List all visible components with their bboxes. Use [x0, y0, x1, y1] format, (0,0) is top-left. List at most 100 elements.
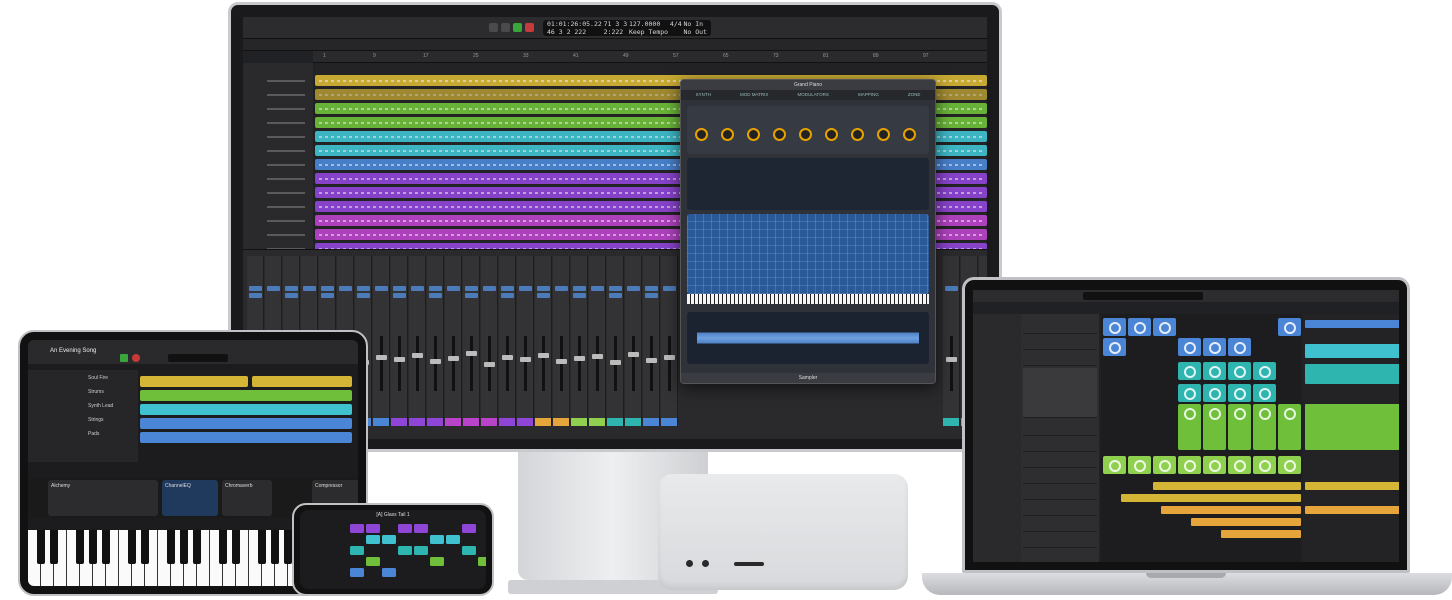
loop-cell[interactable]: [1278, 404, 1301, 450]
record-button[interactable]: [132, 354, 140, 362]
loop-cell[interactable]: [398, 546, 412, 555]
loop-bar[interactable]: [1191, 518, 1301, 526]
channel-strip[interactable]: [517, 256, 534, 426]
loop-cell[interactable]: [1178, 384, 1201, 402]
track-header[interactable]: [247, 87, 309, 100]
knob[interactable]: [695, 128, 708, 141]
loop-cell[interactable]: [366, 524, 380, 533]
live-loops-grid[interactable]: [1101, 314, 1301, 562]
track-header[interactable]: [247, 73, 309, 86]
loop-cell[interactable]: [1203, 404, 1226, 450]
plugin-alchemy[interactable]: Alchemy: [48, 480, 158, 516]
loop-bar[interactable]: [1161, 506, 1301, 514]
region[interactable]: [1305, 482, 1399, 490]
tab-modulators[interactable]: MODULATORS: [798, 90, 829, 100]
track-header[interactable]: [247, 129, 309, 142]
track-strums[interactable]: Strums: [32, 386, 132, 398]
loop-cell[interactable]: [1278, 456, 1301, 474]
tab-mapping[interactable]: MAPPING: [858, 90, 879, 100]
loop-cell[interactable]: [1203, 384, 1226, 402]
loop-cell[interactable]: [366, 535, 380, 544]
zone-waveform[interactable]: [687, 312, 929, 364]
track-header[interactable]: [247, 227, 309, 240]
loop-cell[interactable]: [1228, 456, 1251, 474]
knob[interactable]: [799, 128, 812, 141]
loop-cell[interactable]: [1178, 456, 1201, 474]
region[interactable]: [1305, 344, 1399, 358]
track-header[interactable]: [1023, 422, 1097, 436]
knob[interactable]: [773, 128, 786, 141]
region-yellow[interactable]: [140, 376, 248, 387]
loop-cell[interactable]: [1253, 456, 1276, 474]
track-header[interactable]: [247, 143, 309, 156]
channel-strip[interactable]: [553, 256, 570, 426]
loop-cell[interactable]: [430, 535, 444, 544]
channel-strip[interactable]: [589, 256, 606, 426]
channel-strip[interactable]: [427, 256, 444, 426]
forward-button[interactable]: [501, 23, 510, 32]
track-header[interactable]: [1023, 336, 1097, 350]
timeline-ruler[interactable]: 1 9 17 25 33 41 49 57 65 73 81 89 97: [313, 51, 987, 63]
play-button[interactable]: [513, 23, 522, 32]
knob[interactable]: [825, 128, 838, 141]
region-green[interactable]: [140, 390, 352, 401]
channel-strip[interactable]: [643, 256, 660, 426]
channel-strip[interactable]: [409, 256, 426, 426]
track-header[interactable]: [1023, 470, 1097, 484]
channel-strip[interactable]: [463, 256, 480, 426]
region-blue[interactable]: [140, 418, 352, 429]
loop-cell[interactable]: [1103, 456, 1126, 474]
region[interactable]: [1305, 364, 1399, 384]
loop-bar[interactable]: [1121, 494, 1301, 502]
region-cyan[interactable]: [140, 404, 352, 415]
track-header[interactable]: [247, 199, 309, 212]
play-button[interactable]: [120, 354, 128, 362]
track-header[interactable]: [247, 185, 309, 198]
loop-cell[interactable]: [1253, 384, 1276, 402]
knob[interactable]: [721, 128, 734, 141]
loop-bar[interactable]: [1153, 482, 1301, 490]
region-blue[interactable]: [140, 432, 352, 443]
loop-cell[interactable]: [350, 546, 364, 555]
track-header[interactable]: [1023, 438, 1097, 452]
loop-cell[interactable]: [1178, 404, 1201, 450]
tab-mod-matrix[interactable]: MOD MATRIX: [740, 90, 768, 100]
mapping-editor[interactable]: [687, 214, 929, 294]
loop-cell[interactable]: [1103, 338, 1126, 356]
loop-cell[interactable]: [1178, 362, 1201, 380]
loop-cell[interactable]: [1278, 318, 1301, 336]
loop-cell[interactable]: [1128, 456, 1151, 474]
loop-cell[interactable]: [414, 546, 428, 555]
loop-cell[interactable]: [1228, 384, 1251, 402]
loop-cell[interactable]: [446, 535, 460, 544]
loop-bar[interactable]: [1221, 530, 1301, 538]
channel-strip[interactable]: [661, 256, 678, 426]
channel-strip[interactable]: [571, 256, 588, 426]
knob[interactable]: [877, 128, 890, 141]
loop-cell[interactable]: [382, 535, 396, 544]
knob[interactable]: [747, 128, 760, 141]
track-header[interactable]: [1023, 534, 1097, 548]
channel-strip[interactable]: [445, 256, 462, 426]
track-header[interactable]: [1023, 486, 1097, 500]
drum-machine-header[interactable]: [1023, 368, 1097, 418]
loop-cell[interactable]: [366, 557, 380, 566]
track-header[interactable]: [247, 115, 309, 128]
live-loops-grid[interactable]: [350, 524, 486, 577]
loop-cell[interactable]: [478, 557, 486, 566]
loop-cell[interactable]: [1153, 318, 1176, 336]
loop-cell[interactable]: [382, 568, 396, 577]
track-header[interactable]: [1023, 502, 1097, 516]
loop-cell[interactable]: [350, 524, 364, 533]
channel-strip[interactable]: [535, 256, 552, 426]
track-header[interactable]: [1023, 352, 1097, 366]
loop-cell[interactable]: [1228, 404, 1251, 450]
channel-strip[interactable]: [391, 256, 408, 426]
track-header[interactable]: [247, 101, 309, 114]
region[interactable]: [1305, 506, 1399, 514]
track-strings[interactable]: Strings: [32, 414, 132, 426]
region[interactable]: [1305, 320, 1399, 328]
loop-cell[interactable]: [414, 524, 428, 533]
loop-cell[interactable]: [1203, 338, 1226, 356]
loop-cell[interactable]: [462, 546, 476, 555]
